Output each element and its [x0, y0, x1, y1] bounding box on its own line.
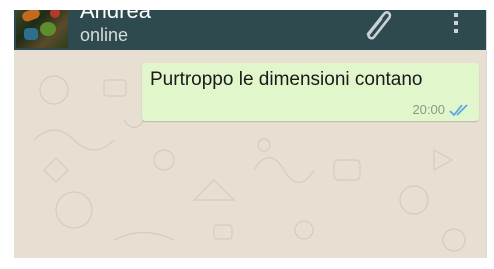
message-time: 20:00	[412, 102, 445, 117]
message-bubble[interactable]: Purtroppo le dimensioni contano 20:00	[142, 63, 479, 121]
contact-status: online	[80, 25, 129, 45]
double-check-read-icon	[449, 104, 468, 117]
chat-window: Andrea online Purtroppo le dimensioni co…	[14, 10, 487, 258]
contact-name[interactable]: Andrea	[80, 10, 151, 24]
paperclip-icon[interactable]	[360, 10, 394, 42]
message-text: Purtroppo le dimensioni contano	[150, 69, 423, 90]
message-list[interactable]: Purtroppo le dimensioni contano 20:00	[14, 50, 486, 258]
chat-header: Andrea online	[14, 10, 486, 50]
contact-avatar[interactable]	[16, 10, 68, 48]
more-vertical-icon[interactable]	[450, 12, 462, 38]
